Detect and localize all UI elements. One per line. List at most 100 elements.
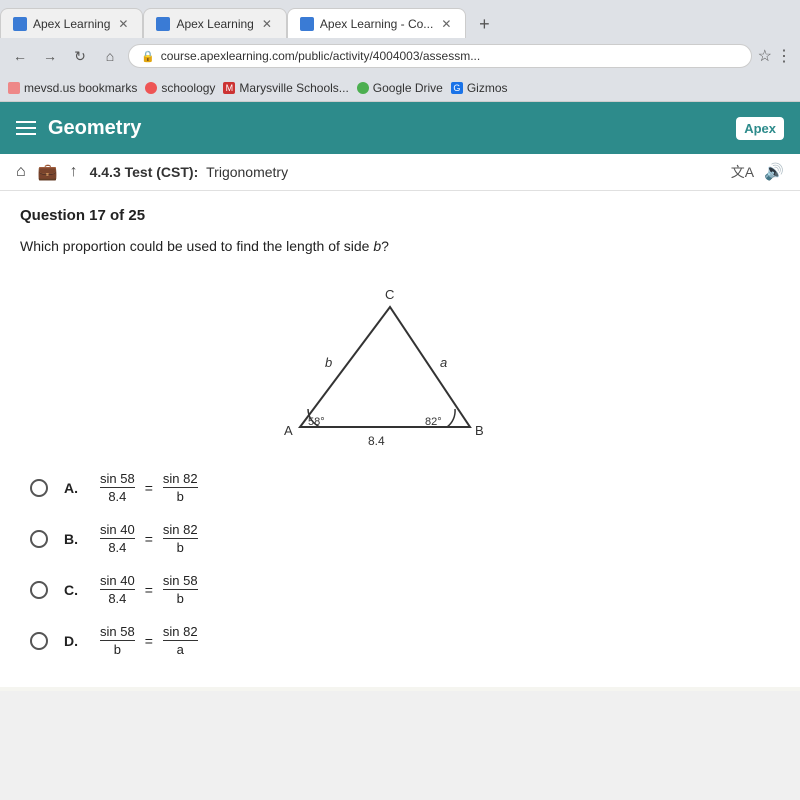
fraction-b-2-num: sin 82 [163,522,198,539]
bookmark-gizmos-icon: G [451,82,463,94]
fraction-a-2: sin 82 b [163,471,198,504]
fraction-a-1: sin 58 8.4 [100,471,135,504]
fraction-a-1-den: 8.4 [108,488,126,504]
address-text: course.apexlearning.com/public/activity/… [161,49,481,63]
address-actions: ☆ ⋮ [758,46,792,66]
audio-icon[interactable]: 🔊 [764,162,784,182]
question-text-before: Which proportion could be used to find t… [20,238,373,254]
translate-icon[interactable]: 文A [731,162,754,182]
back-button[interactable]: ← [8,44,32,68]
tab-2-title: Apex Learning [176,17,253,31]
vertex-a-label: A [284,423,293,438]
bookmark-schoology-icon [145,82,157,94]
fraction-c-2: sin 58 b [163,573,198,606]
lock-icon: 🔒 [141,50,155,63]
bookmark-mevsd-label: mevsd.us bookmarks [24,81,137,95]
angle-b-label: 82° [425,416,442,428]
fraction-d-2-den: a [177,641,184,657]
radio-d[interactable] [30,632,48,650]
bookmark-gizmos-label: Gizmos [467,81,508,95]
tab-3[interactable]: Apex Learning - Co... ✕ [287,8,466,38]
equals-d: = [145,633,153,649]
fraction-b-1-den: 8.4 [108,539,126,555]
fraction-eq-b: sin 40 8.4 = sin 82 b [100,522,198,555]
answer-choice-a: A. sin 58 8.4 = sin 82 b [30,471,770,504]
choice-a-label: A. [64,480,84,496]
fraction-c-2-den: b [177,590,184,606]
tab-1[interactable]: Apex Learning ✕ [0,8,143,38]
fraction-c-1: sin 40 8.4 [100,573,135,606]
fraction-c-1-num: sin 40 [100,573,135,590]
choice-c-label: C. [64,582,84,598]
new-tab-button[interactable]: + [470,10,498,38]
fraction-d-2: sin 82 a [163,624,198,657]
sub-header-left: ⌂ 💼 ↑ 4.4.3 Test (CST): Trigonometry [16,162,288,182]
home-nav-icon[interactable]: ⌂ [16,163,26,181]
question-number: Question 17 of 25 [20,207,780,224]
fraction-d-2-num: sin 82 [163,624,198,641]
choice-d-label: D. [64,633,84,649]
briefcase-nav-icon[interactable]: 💼 [38,162,58,182]
fraction-a-2-den: b [177,488,184,504]
tab-1-title: Apex Learning [33,17,110,31]
reload-button[interactable]: ↻ [68,44,92,68]
app-title: Geometry [48,117,141,140]
home-button[interactable]: ⌂ [98,44,122,68]
equals-c: = [145,582,153,598]
browser-chrome: Apex Learning ✕ Apex Learning ✕ Apex Lea… [0,0,800,102]
tab-1-close[interactable]: ✕ [116,17,130,31]
forward-button[interactable]: → [38,44,62,68]
question-text-after: ? [381,238,389,254]
bookmark-google-drive-icon [357,82,369,94]
tab-bar: Apex Learning ✕ Apex Learning ✕ Apex Lea… [0,0,800,38]
fraction-a-2-num: sin 82 [163,471,198,488]
tab-2-close[interactable]: ✕ [260,17,274,31]
hamburger-button[interactable] [16,121,36,135]
bookmark-marysville[interactable]: M Marysville Schools... [223,81,348,95]
bookmark-star-icon[interactable]: ☆ [758,46,772,66]
fraction-eq-a: sin 58 8.4 = sin 82 b [100,471,198,504]
app-header: Geometry Apex [0,102,800,154]
vertex-b-label: B [475,423,484,438]
equals-b: = [145,531,153,547]
extension-icon[interactable]: ⋮ [776,46,792,66]
bookmark-google-drive-label: Google Drive [373,81,443,95]
side-a-label: a [440,355,447,370]
bookmark-gizmos[interactable]: G Gizmos [451,81,508,95]
app-header-left: Geometry [16,117,141,140]
bookmark-mevsd-icon [8,82,20,94]
equals-a: = [145,480,153,496]
test-prefix: 4.4.3 Test (CST): [90,164,199,180]
fraction-b-1-num: sin 40 [100,522,135,539]
radio-a[interactable] [30,479,48,497]
tab-2[interactable]: Apex Learning ✕ [143,8,286,38]
tab-3-close[interactable]: ✕ [439,17,453,31]
question-text: Which proportion could be used to find t… [20,236,780,257]
base-length-label: 8.4 [368,434,385,447]
content-inner: Question 17 of 25 Which proportion could… [0,191,800,687]
test-name: Trigonometry [206,164,288,180]
answer-choice-d: D. sin 58 b = sin 82 a [30,624,770,657]
fraction-d-1-num: sin 58 [100,624,135,641]
radio-c[interactable] [30,581,48,599]
bookmark-schoology[interactable]: schoology [145,81,215,95]
fraction-b-2: sin 82 b [163,522,198,555]
fraction-eq-c: sin 40 8.4 = sin 58 b [100,573,198,606]
diagram-container: A B C b a 8.4 58° 82° [20,277,780,447]
tab-3-icon [300,17,314,31]
bookmark-mevsd[interactable]: mevsd.us bookmarks [8,81,137,95]
fraction-c-1-den: 8.4 [108,590,126,606]
address-input[interactable]: 🔒 course.apexlearning.com/public/activit… [128,44,752,68]
bookmark-google-drive[interactable]: Google Drive [357,81,443,95]
upload-nav-icon[interactable]: ↑ [70,163,78,181]
bookmark-marysville-icon: M [223,82,235,94]
side-b-label: b [325,355,332,370]
answer-choice-b: B. sin 40 8.4 = sin 82 b [30,522,770,555]
radio-b[interactable] [30,530,48,548]
answer-choices: A. sin 58 8.4 = sin 82 b B. [20,471,780,657]
fraction-a-1-num: sin 58 [100,471,135,488]
sub-header: ⌂ 💼 ↑ 4.4.3 Test (CST): Trigonometry 文A … [0,154,800,191]
answer-choice-c: C. sin 40 8.4 = sin 58 b [30,573,770,606]
choice-b-label: B. [64,531,84,547]
triangle-diagram: A B C b a 8.4 58° 82° [270,277,530,447]
